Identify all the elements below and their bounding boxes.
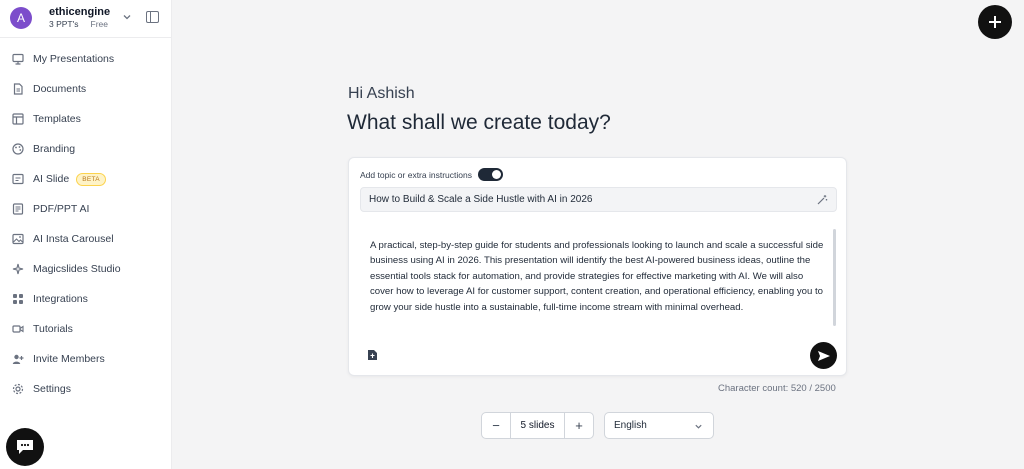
- user-plus-icon: [12, 353, 24, 365]
- ai-slide-icon: [12, 173, 24, 185]
- chevron-down-icon: [695, 424, 702, 429]
- sidebar-item-my-presentations[interactable]: My Presentations: [0, 44, 172, 74]
- account-switcher[interactable]: A ethicengine 3 PPT's Free: [10, 5, 165, 31]
- greeting: Hi Ashish: [348, 85, 415, 102]
- plan-badge: Free: [90, 19, 108, 29]
- sidebar-item-label: Invite Members: [33, 353, 105, 365]
- toggle-label: Add topic or extra instructions: [360, 169, 472, 180]
- ppt-count: 3 PPT's: [49, 19, 79, 29]
- sidebar-item-branding[interactable]: Branding: [0, 134, 172, 164]
- chat-support-button[interactable]: [6, 428, 44, 466]
- sidebar-item-templates[interactable]: Templates: [0, 104, 172, 134]
- pdf-icon: [12, 203, 24, 215]
- video-icon: [12, 323, 24, 335]
- sidebar-item-invite-members[interactable]: Invite Members: [0, 344, 172, 374]
- sidebar-item-label: PDF/PPT AI: [33, 203, 90, 215]
- extra-instructions-toggle[interactable]: [477, 168, 503, 181]
- sidebar-item-label: My Presentations: [33, 53, 115, 65]
- slide-count-stepper: − 5 slides +: [481, 412, 594, 439]
- description-textarea[interactable]: A practical, step-by-step guide for stud…: [370, 238, 825, 315]
- language-select[interactable]: English: [604, 412, 714, 439]
- sidebar-item-settings[interactable]: Settings: [0, 374, 172, 404]
- gear-icon: [12, 383, 24, 395]
- sidebar-item-documents[interactable]: Documents: [0, 74, 172, 104]
- avatar: A: [10, 7, 32, 29]
- beta-badge: BETA: [76, 172, 106, 186]
- topic-value: How to Build & Scale a Side Hustle with …: [369, 194, 593, 205]
- sidebar-item-ai-insta-carousel[interactable]: AI Insta Carousel: [0, 224, 172, 254]
- sidebar-item-magicslides-studio[interactable]: Magicslides Studio: [0, 254, 172, 284]
- sidebar-item-ai-slide[interactable]: AI Slide BETA: [0, 164, 172, 194]
- plus-icon: [989, 16, 1001, 28]
- scrollbar[interactable]: [833, 229, 836, 326]
- sidebar-item-pdf-ppt-ai[interactable]: PDF/PPT AI: [0, 194, 172, 224]
- magic-wand-icon[interactable]: [816, 194, 828, 206]
- send-button[interactable]: [810, 342, 837, 369]
- sidebar-item-label: Integrations: [33, 293, 88, 305]
- sidebar-item-label: Documents: [33, 83, 87, 95]
- sidebar-item-label: AI Slide: [33, 173, 70, 185]
- language-value: English: [614, 420, 647, 431]
- chat-icon: [17, 440, 33, 454]
- sidebar: A ethicengine 3 PPT's Free My Presentatio…: [0, 0, 172, 469]
- sidebar-item-label: Templates: [33, 113, 81, 125]
- new-presentation-button[interactable]: [978, 5, 1012, 39]
- sidebar-item-label: AI Insta Carousel: [33, 233, 114, 245]
- sidebar-nav: My Presentations Documents Templates Bra…: [0, 44, 172, 404]
- increase-slides-button[interactable]: +: [565, 413, 593, 438]
- document-icon: [12, 83, 24, 95]
- divider: [0, 37, 172, 38]
- sidebar-item-label: Magicslides Studio: [33, 263, 121, 275]
- sidebar-item-tutorials[interactable]: Tutorials: [0, 314, 172, 344]
- sidebar-item-integrations[interactable]: Integrations: [0, 284, 172, 314]
- slide-count-value: 5 slides: [510, 413, 565, 438]
- topic-input[interactable]: How to Build & Scale a Side Hustle with …: [360, 187, 837, 212]
- sidebar-item-label: Branding: [33, 143, 76, 155]
- chevron-down-icon[interactable]: [122, 12, 132, 22]
- image-icon: [12, 233, 24, 245]
- sidebar-item-label: Settings: [33, 383, 71, 395]
- account-name: ethicengine: [49, 6, 111, 18]
- sidebar-collapse-icon[interactable]: [146, 11, 159, 23]
- attach-file-icon[interactable]: [367, 349, 378, 361]
- template-icon: [12, 113, 24, 125]
- presentation-icon: [12, 53, 24, 65]
- grid-icon: [12, 293, 24, 305]
- palette-icon: [12, 143, 24, 155]
- sidebar-item-label: Tutorials: [33, 323, 73, 335]
- decrease-slides-button[interactable]: −: [482, 413, 510, 438]
- character-count: Character count: 520 / 2500: [718, 383, 836, 394]
- sparkles-icon: [12, 263, 24, 275]
- send-icon: [817, 350, 830, 361]
- page-title: What shall we create today?: [347, 111, 611, 134]
- prompt-card: Add topic or extra instructions How to B…: [348, 157, 847, 376]
